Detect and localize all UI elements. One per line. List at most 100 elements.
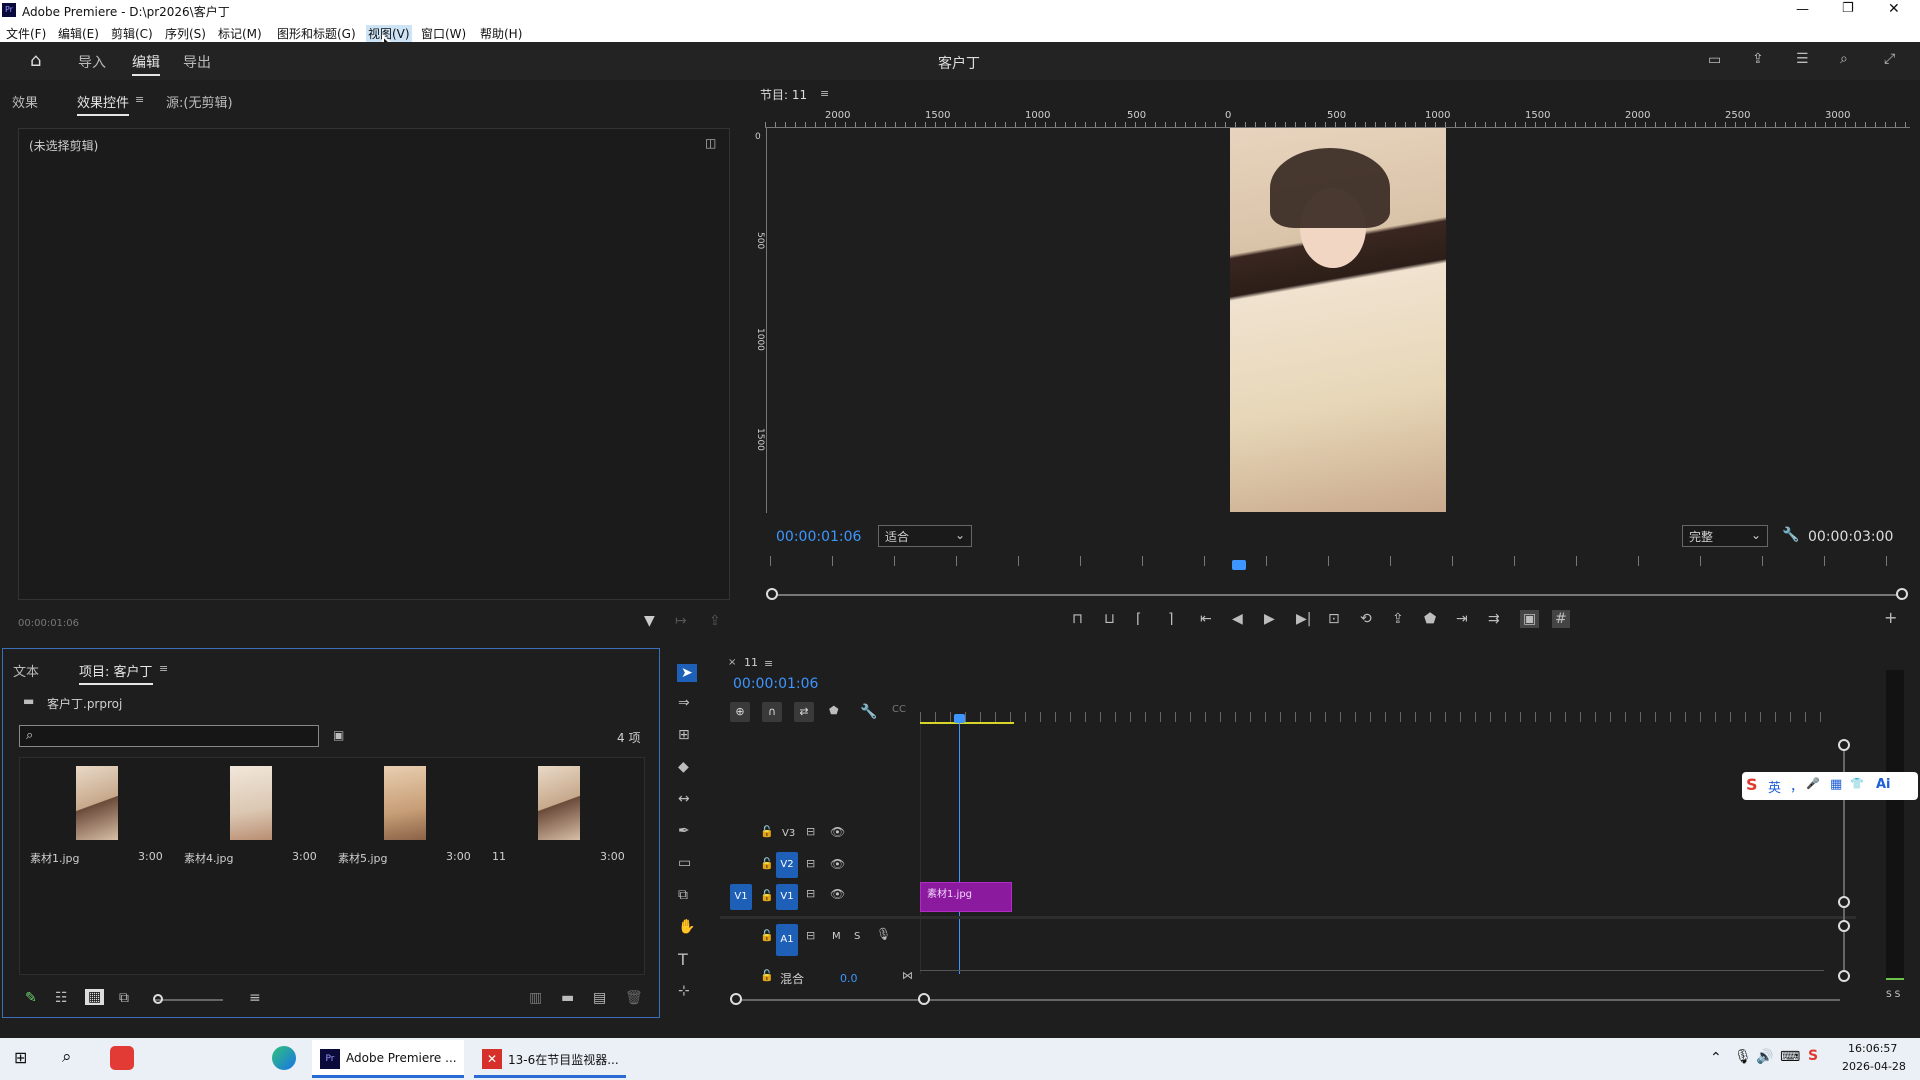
scene-edit-icon[interactable]: ⊹: [678, 984, 690, 998]
menu-window[interactable]: 窗口(W): [421, 25, 466, 42]
close-sequence-icon[interactable]: ×: [728, 658, 736, 668]
sync-lock-icon[interactable]: ⊟: [806, 888, 815, 899]
panel-menu-icon[interactable]: ≡: [764, 658, 773, 669]
step-forward-icon[interactable]: ▶|: [1296, 612, 1311, 626]
track-label-v1[interactable]: V1: [776, 884, 798, 910]
panel-menu-icon[interactable]: ≡: [820, 88, 829, 99]
razor-icon[interactable]: ◆: [678, 760, 689, 774]
sort-icon[interactable]: ≡: [249, 991, 261, 1005]
track-label-v3[interactable]: V3: [782, 828, 795, 839]
edge-icon[interactable]: [272, 1046, 296, 1070]
mix-end-icon[interactable]: ⋈: [902, 970, 913, 981]
play-icon[interactable]: ▶: [1264, 612, 1275, 626]
eye-icon[interactable]: 👁: [830, 826, 845, 838]
mark-in-icon[interactable]: ⌈: [1136, 612, 1141, 626]
go-to-in-icon[interactable]: ⇤: [1200, 612, 1212, 626]
microphone-icon[interactable]: 🎙: [1734, 1050, 1752, 1064]
ime-punct[interactable]: ，: [1790, 776, 1803, 795]
search-icon[interactable]: ⌕: [62, 1049, 72, 1066]
playhead[interactable]: [959, 714, 960, 974]
zoom-scrollbar[interactable]: [768, 594, 1906, 596]
tab-project[interactable]: 项目: 客户丁: [79, 661, 153, 685]
keyboard-icon[interactable]: ▦: [1830, 777, 1842, 792]
selection-tool-icon[interactable]: ➤: [677, 664, 697, 682]
timeline-clip[interactable]: 素材1.jpg: [920, 882, 1012, 912]
timeline-timecode[interactable]: 00:00:01:06: [733, 676, 818, 692]
new-folder-icon[interactable]: ▬: [561, 991, 574, 1005]
automate-icon[interactable]: ▥: [529, 991, 542, 1005]
panel-layout-icon[interactable]: ▭: [1708, 53, 1721, 67]
ime-icon[interactable]: ⌨: [1780, 1050, 1800, 1064]
list-item[interactable]: 素材4.jpg: [184, 850, 234, 866]
taskbar-premiere[interactable]: Pr Adobe Premiere ...: [312, 1040, 464, 1078]
pencil-icon[interactable]: ✎: [25, 991, 37, 1005]
scroll-handle[interactable]: [1838, 739, 1850, 751]
program-time-ruler[interactable]: [770, 556, 1902, 566]
menu-marker[interactable]: 标记(M): [218, 25, 262, 42]
scroll-handle[interactable]: [730, 993, 742, 1005]
tab-source[interactable]: 源:(无剪辑): [166, 92, 233, 111]
thumbnail[interactable]: [230, 766, 272, 840]
go-to-out-icon[interactable]: ⇥: [1456, 612, 1468, 626]
freeform-view-icon[interactable]: ⧉: [119, 991, 129, 1005]
menu-lines-icon[interactable]: ☰: [1796, 52, 1809, 66]
type-tool-icon[interactable]: T: [678, 952, 688, 968]
list-item[interactable]: 11: [492, 850, 506, 863]
chevron-up-icon[interactable]: ⌃: [1710, 1051, 1722, 1065]
new-bin-icon[interactable]: ▣: [333, 729, 344, 741]
sogou-tray-icon[interactable]: S: [1808, 1049, 1818, 1063]
thumbnail[interactable]: [76, 766, 118, 840]
list-view-icon[interactable]: ☷: [55, 991, 68, 1005]
tab-export[interactable]: 导出: [183, 52, 211, 72]
scroll-handle[interactable]: [918, 993, 930, 1005]
skin-icon[interactable]: 👕: [1850, 777, 1864, 790]
zoom-select[interactable]: 适合 ⌄: [878, 525, 972, 547]
windows-start-icon[interactable]: ⊞: [14, 1050, 27, 1066]
sync-lock-icon[interactable]: ⊟: [806, 858, 815, 869]
lock-icon[interactable]: 🔓: [760, 970, 774, 981]
list-item[interactable]: 素材5.jpg: [338, 850, 388, 866]
thumbnail[interactable]: [538, 766, 580, 840]
app-icon-red[interactable]: [110, 1046, 134, 1070]
maximize-icon[interactable]: ❐: [1842, 1, 1854, 16]
safe-margins-icon[interactable]: ▣: [1520, 610, 1540, 628]
tab-effects[interactable]: 效果: [12, 92, 38, 111]
list-item[interactable]: 素材1.jpg: [30, 850, 80, 866]
sync-lock-icon[interactable]: ⊟: [806, 826, 815, 837]
minimize-icon[interactable]: —: [1796, 2, 1809, 17]
scroll-handle[interactable]: [1838, 896, 1850, 908]
search-input[interactable]: ⌕: [19, 725, 319, 747]
ripple-edit-icon[interactable]: ⊞: [678, 728, 690, 742]
pen-tool-icon[interactable]: ✒: [678, 824, 690, 838]
lock-icon[interactable]: 🔓: [760, 858, 774, 869]
volume-icon[interactable]: 🔊: [1756, 1050, 1773, 1064]
snap-icon[interactable]: ∩: [762, 702, 782, 722]
timeline-ruler[interactable]: [920, 712, 1830, 722]
track-select-icon[interactable]: ⇒: [678, 696, 690, 710]
lock-icon[interactable]: 🔓: [760, 826, 774, 837]
playhead-timecode[interactable]: 00:00:01:06: [776, 529, 861, 545]
panel-menu-icon[interactable]: ≡: [135, 94, 144, 105]
tab-edit[interactable]: 编辑: [132, 52, 160, 76]
tab-effect-controls[interactable]: 效果控件: [77, 92, 130, 116]
scroll-handle[interactable]: [1838, 920, 1850, 932]
mix-value[interactable]: 0.0: [840, 972, 858, 985]
timeline-settings-icon[interactable]: 🔧: [860, 705, 877, 719]
horizontal-scrollbar[interactable]: [736, 999, 1840, 1001]
sync-lock-icon[interactable]: ⊟: [806, 930, 815, 941]
add-button-icon[interactable]: +: [1884, 610, 1897, 626]
nest-icon[interactable]: ⊕: [730, 702, 750, 722]
menu-graphics[interactable]: 图形和标题(G): [277, 25, 356, 42]
menu-edit[interactable]: 编辑(E): [58, 25, 99, 42]
toggle-view-icon[interactable]: ◫: [705, 137, 716, 149]
close-icon[interactable]: ✕: [1888, 1, 1900, 17]
marker-icon[interactable]: ⬟: [1424, 612, 1436, 626]
step-back-icon[interactable]: ◀: [1232, 612, 1243, 626]
thumbnail[interactable]: [384, 766, 426, 840]
share-icon[interactable]: ⇪: [1752, 52, 1764, 66]
scroll-handle-left[interactable]: [766, 588, 778, 600]
ripple-icon[interactable]: ↦: [675, 614, 687, 628]
eye-icon[interactable]: 👁: [830, 858, 845, 870]
mark-out-icon[interactable]: ⌉: [1168, 612, 1173, 626]
microphone-icon[interactable]: 🎙: [876, 928, 891, 940]
